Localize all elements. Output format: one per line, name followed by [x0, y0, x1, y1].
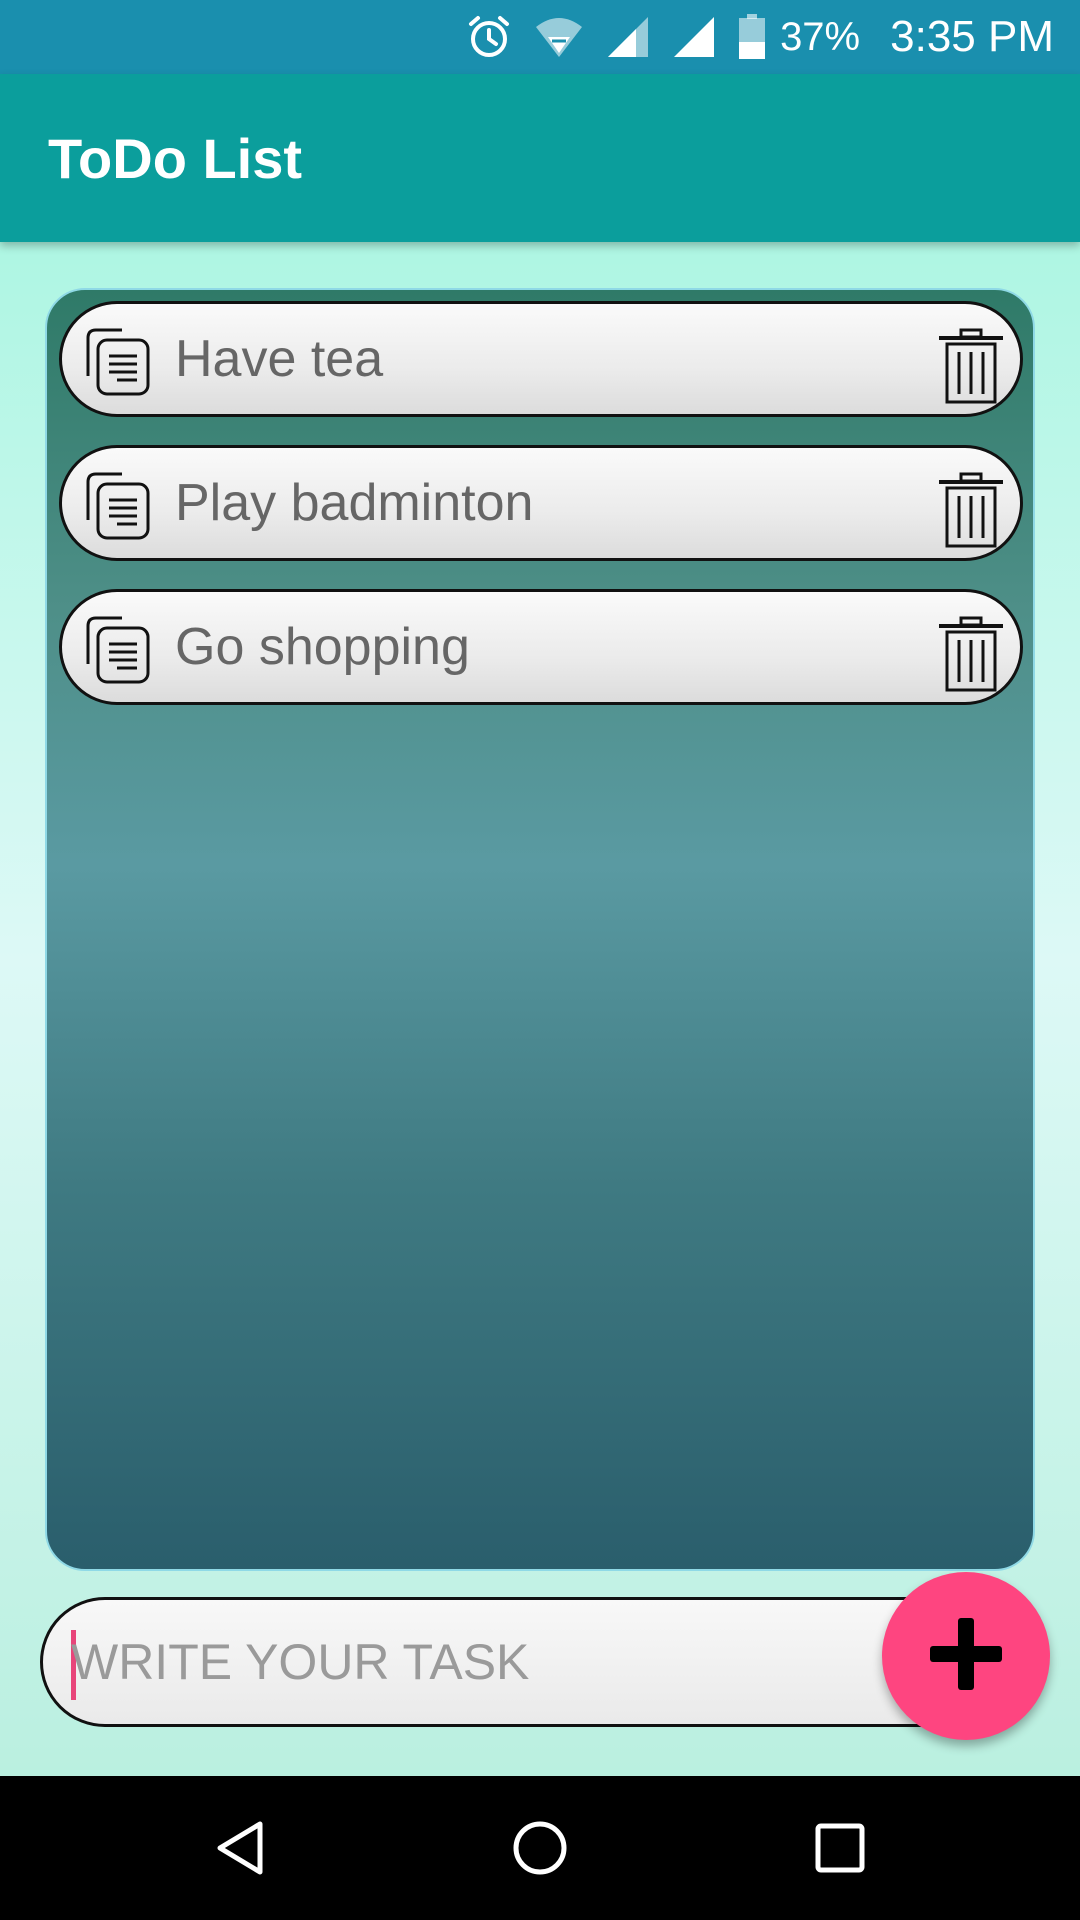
page-title: ToDo List: [48, 126, 303, 190]
clock-time: 3:35 PM: [890, 12, 1054, 61]
add-task-button[interactable]: [882, 1572, 1050, 1740]
signal-icon: [672, 15, 716, 59]
task-label: Have tea: [175, 330, 384, 388]
navigation-bar: [0, 1776, 1080, 1920]
alarm-icon: [466, 14, 512, 60]
list-item[interactable]: Go shopping: [59, 589, 1023, 705]
wifi-icon: [534, 15, 584, 59]
status-bar: 37% 3:35 PM: [0, 0, 1080, 74]
trash-icon[interactable]: [936, 472, 1006, 548]
recents-icon[interactable]: [804, 1812, 876, 1884]
list-item[interactable]: Play badminton: [59, 445, 1023, 561]
list-item[interactable]: Have tea: [59, 301, 1023, 417]
trash-icon[interactable]: [936, 328, 1006, 404]
task-input[interactable]: [71, 1600, 891, 1724]
back-icon[interactable]: [204, 1812, 276, 1884]
document-copy-icon: [82, 470, 154, 542]
task-list: Have tea Play badminton Go shopping: [59, 301, 1023, 733]
plus-icon: [928, 1616, 1004, 1697]
battery-percentage: 37%: [780, 14, 861, 59]
home-icon[interactable]: [504, 1812, 576, 1884]
task-label: Go shopping: [175, 618, 470, 676]
task-label: Play badminton: [175, 474, 534, 532]
document-copy-icon: [82, 614, 154, 686]
signal-icon: [606, 15, 650, 59]
task-list-panel[interactable]: Have tea Play badminton Go shopping: [45, 288, 1035, 1571]
battery-icon: [738, 14, 766, 60]
document-copy-icon: [82, 326, 154, 398]
trash-icon[interactable]: [936, 616, 1006, 692]
app-bar: ToDo List: [0, 74, 1080, 242]
